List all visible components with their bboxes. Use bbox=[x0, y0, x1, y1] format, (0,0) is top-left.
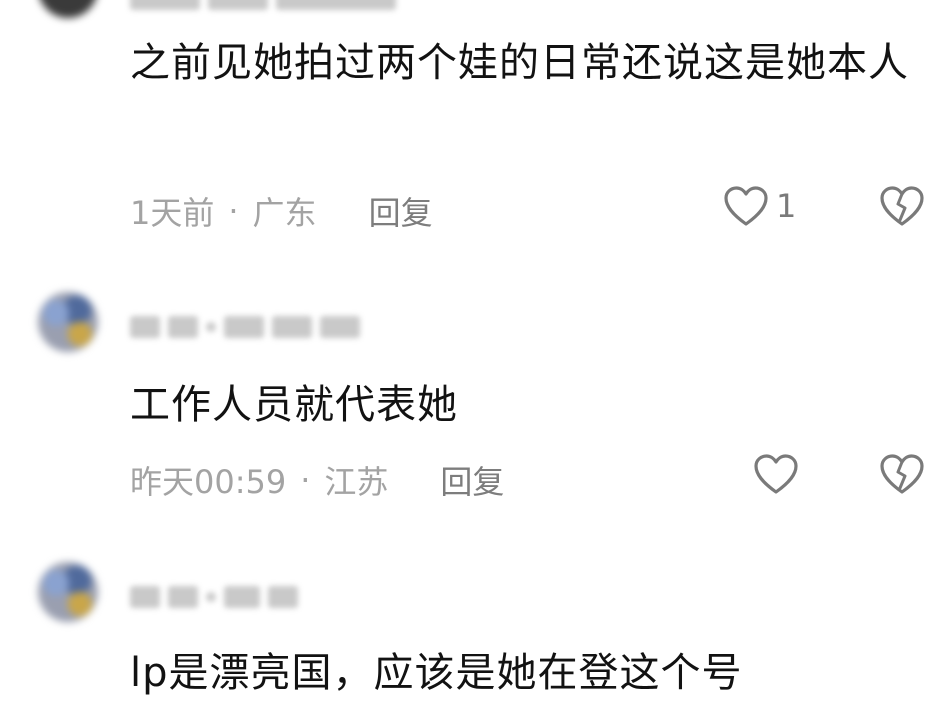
like-button[interactable]: 1 bbox=[722, 184, 796, 228]
heart-outline-icon bbox=[752, 452, 800, 496]
comment-location: 广东 bbox=[252, 194, 317, 232]
comment-location: 江苏 bbox=[324, 463, 389, 501]
comment-meta: 1天前 · 广东 回复 bbox=[130, 188, 433, 234]
avatar[interactable] bbox=[38, 292, 98, 352]
avatar[interactable] bbox=[38, 562, 98, 622]
username-blurred[interactable] bbox=[130, 0, 396, 12]
comment-text: lp是漂亮国，应该是她在登这个号 bbox=[130, 650, 743, 696]
broken-heart-icon bbox=[878, 184, 926, 228]
meta-separator: · bbox=[228, 192, 239, 230]
comment-time: 1天前 bbox=[130, 194, 215, 232]
broken-heart-icon bbox=[878, 452, 926, 496]
like-button[interactable] bbox=[752, 452, 806, 496]
avatar[interactable] bbox=[38, 0, 98, 18]
comment-text: 工作人员就代表她 bbox=[130, 382, 458, 428]
heart-outline-icon bbox=[722, 184, 770, 228]
comment-meta: 昨天00:59 · 江苏 回复 bbox=[130, 457, 504, 503]
dislike-button[interactable] bbox=[878, 184, 926, 228]
comment-text: 之前见她拍过两个娃的日常还说这是她本人 bbox=[130, 40, 909, 86]
reply-button[interactable]: 回复 bbox=[440, 457, 504, 503]
meta-separator: · bbox=[300, 461, 311, 499]
like-count: 1 bbox=[776, 187, 797, 225]
reply-button[interactable]: 回复 bbox=[369, 188, 433, 234]
comment-time: 昨天00:59 bbox=[130, 463, 287, 501]
dislike-button[interactable] bbox=[878, 452, 926, 496]
username-blurred[interactable] bbox=[130, 584, 298, 610]
username-blurred[interactable] bbox=[130, 314, 360, 340]
